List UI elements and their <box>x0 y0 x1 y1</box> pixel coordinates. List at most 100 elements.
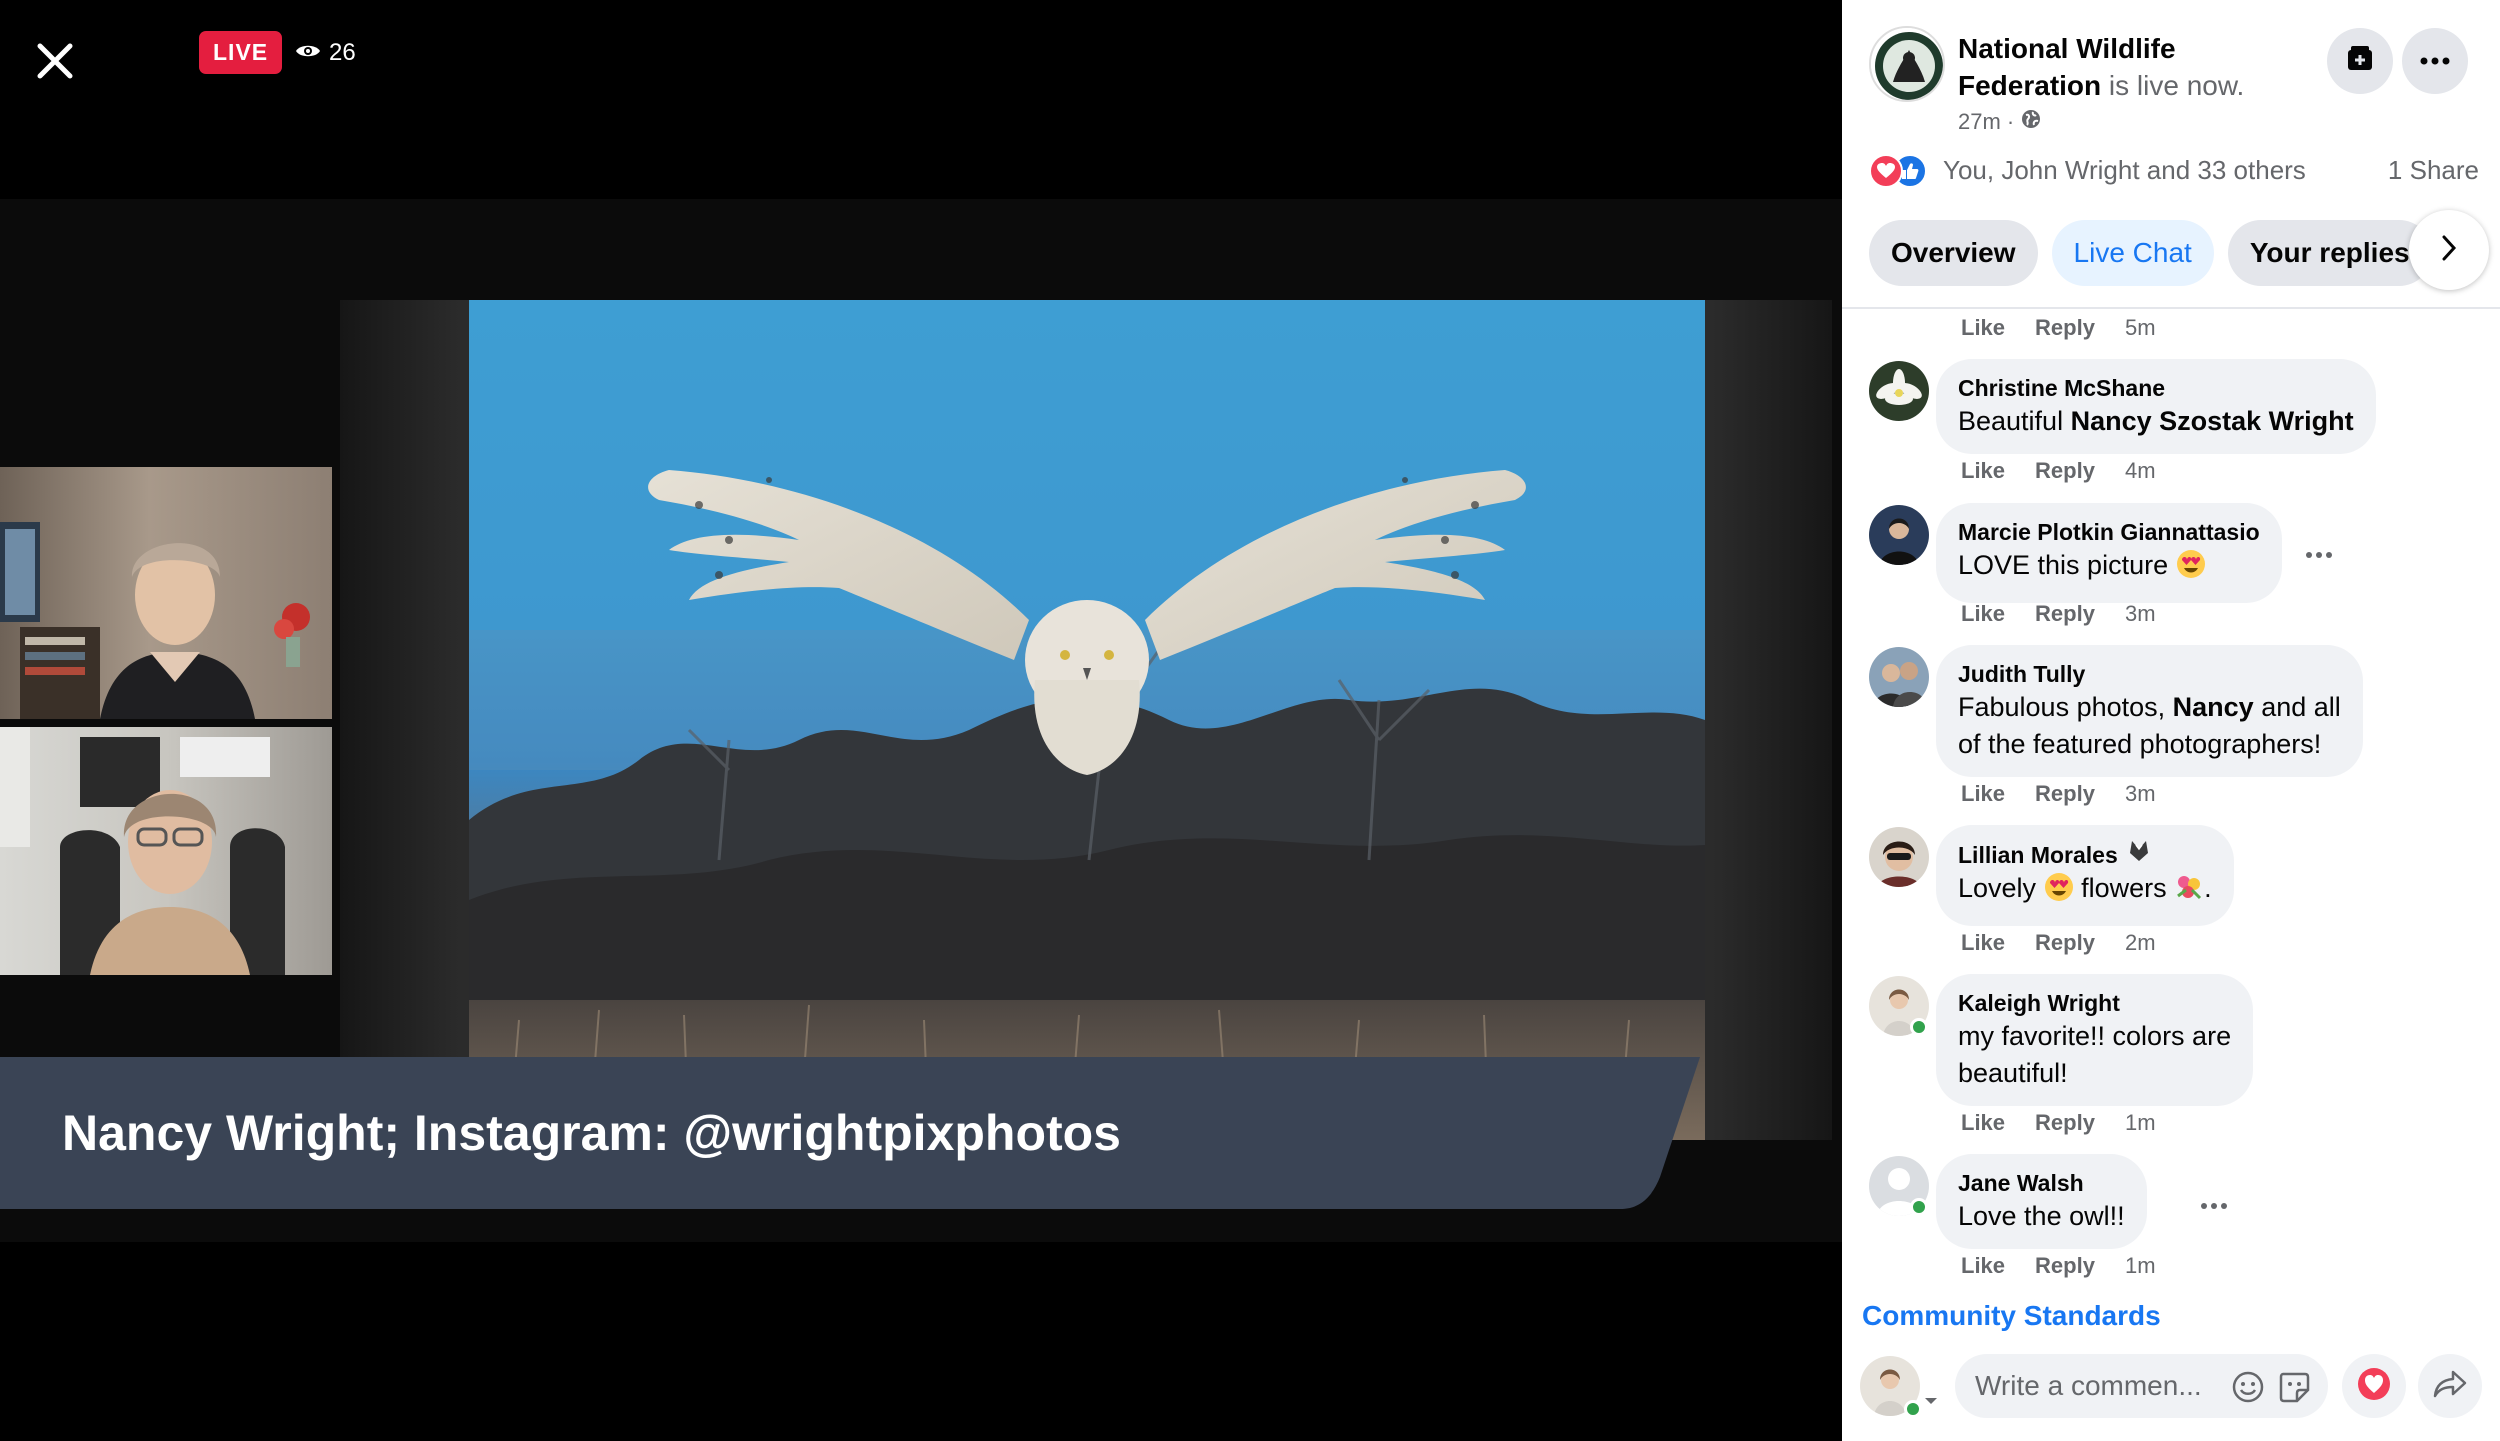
sticker-icon[interactable] <box>2277 1370 2311 1404</box>
comment-time: 3m <box>2124 781 2156 806</box>
avatar[interactable] <box>1869 505 1929 565</box>
commenter-name[interactable]: Marcie Plotkin Giannattasio <box>1958 517 2260 547</box>
tabs-scroll-right-button[interactable] <box>2409 210 2489 290</box>
comment-item: Christine McShane Beautiful Nancy Szosta… <box>1869 359 2489 469</box>
comment-text: my favorite!! colors are beautiful! <box>1958 1021 2232 1088</box>
tab-your-replies[interactable]: Your replies <box>2227 220 2432 286</box>
like-button[interactable]: Like <box>1961 601 2005 627</box>
commenter-name[interactable]: Lillian Morales <box>1958 839 2212 870</box>
comment-item: Kaleigh Wright my favorite!! colors are b… <box>1869 974 2489 1124</box>
comment-item: Lillian Morales Lovely flowers . <box>1869 825 2489 935</box>
send-love-reaction-button[interactable] <box>2342 1354 2406 1418</box>
post-side-panel: National Wildlife Federation is live now… <box>1842 0 2500 1441</box>
heart-eyes-emoji-icon <box>2176 549 2206 589</box>
live-badge: LIVE <box>199 31 283 74</box>
comment-bubble: Jane Walsh Love the owl!! <box>1936 1154 2147 1249</box>
comment-bubble: Kaleigh Wright my favorite!! colors are b… <box>1936 974 2254 1106</box>
save-video-button[interactable] <box>2327 28 2393 94</box>
comment-actions: Like Reply 3m <box>1961 599 2156 629</box>
community-standards-link[interactable]: Community Standards <box>1862 1300 2161 1332</box>
live-video-viewer: LIVE 26 Nancy Wright; Instagram: @wright… <box>0 0 2500 1441</box>
reply-button[interactable]: Reply <box>2035 781 2095 807</box>
comment-time: 1m <box>2124 1110 2156 1135</box>
reply-button[interactable]: Reply <box>2035 1253 2095 1279</box>
avatar[interactable] <box>1869 361 1929 421</box>
comment-box <box>1955 1354 2328 1418</box>
comment-item: Marcie Plotkin Giannattasio LOVE this pi… <box>1869 503 2489 613</box>
reply-button[interactable]: Reply <box>2035 458 2095 484</box>
reply-button[interactable]: Reply <box>2035 1110 2095 1136</box>
live-chat-comments[interactable]: Like Reply 5m Christine McShane Beautifu… <box>1842 309 2500 1319</box>
heart-eyes-emoji-icon <box>2044 872 2074 912</box>
video-player[interactable]: LIVE 26 Nancy Wright; Instagram: @wright… <box>0 0 1842 1441</box>
comment-text: Lovely flowers . <box>1958 870 2212 912</box>
tab-live-chat[interactable]: Live Chat <box>2051 220 2214 286</box>
comment-composer <box>1842 1340 2500 1441</box>
like-button[interactable]: Like <box>1961 930 2005 956</box>
avatar[interactable] <box>1869 827 1929 887</box>
like-button[interactable]: Like <box>1961 1110 2005 1136</box>
like-button[interactable]: Like <box>1961 315 2005 341</box>
mention-link[interactable]: Nancy <box>2173 692 2254 722</box>
like-button[interactable]: Like <box>1961 781 2005 807</box>
avatar[interactable] <box>1869 647 1929 707</box>
heart-icon <box>2357 1367 2391 1406</box>
commenter-name[interactable]: Kaleigh Wright <box>1958 988 2231 1018</box>
lower-third-banner: Nancy Wright; Instagram: @wrightpixphoto… <box>0 1057 1700 1209</box>
reactions-summary[interactable]: You, John Wright and 33 others 1 Share <box>1869 150 2479 190</box>
emoji-icon[interactable] <box>2231 1370 2265 1404</box>
comment-more-icon[interactable] <box>2194 1186 2234 1226</box>
mention-link[interactable]: Nancy Szostak Wright <box>2071 406 2354 436</box>
comment-time: 4m <box>2124 458 2156 483</box>
commenter-name[interactable]: Jane Walsh <box>1958 1168 2125 1198</box>
comment-item: Jane Walsh Love the owl!! <box>1869 1154 2489 1264</box>
live-status: is live now. <box>2101 70 2245 101</box>
page-avatar[interactable] <box>1869 26 1945 102</box>
reactions-text: You, John Wright and 33 others <box>1943 154 2306 185</box>
online-status-dot <box>1904 1400 1922 1418</box>
like-button[interactable]: Like <box>1961 458 2005 484</box>
commenter-name[interactable]: Christine McShane <box>1958 373 2354 403</box>
comment-bubble: Judith Tully Fabulous photos, Nancy and … <box>1936 645 2363 777</box>
reply-button[interactable]: Reply <box>2035 930 2095 956</box>
close-icon[interactable] <box>30 36 80 86</box>
more-dots-icon <box>2420 52 2450 70</box>
comment-bubble: Lillian Morales Lovely flowers . <box>1936 825 2234 926</box>
comment-actions: Like Reply 5m <box>1961 313 2156 343</box>
comment-time: 1m <box>2124 1253 2156 1278</box>
reply-button[interactable]: Reply <box>2035 601 2095 627</box>
webcam-guest <box>0 727 332 975</box>
love-reaction-icon <box>1869 154 1903 188</box>
comment-text: Beautiful Nancy Szostak Wright <box>1958 406 2354 436</box>
viewer-count: 26 <box>295 34 356 72</box>
viewer-count-value: 26 <box>329 39 356 66</box>
comment-more-icon[interactable] <box>2299 535 2339 575</box>
like-button[interactable]: Like <box>1961 1253 2005 1279</box>
bookmark-box-icon <box>2345 44 2375 79</box>
share-count[interactable]: 1 Share <box>2388 155 2479 186</box>
eye-icon <box>295 39 321 67</box>
comment-input[interactable] <box>1975 1354 2225 1418</box>
online-status-dot <box>1910 1198 1928 1216</box>
comment-time: 3m <box>2124 601 2156 626</box>
comment-bubble: Christine McShane Beautiful Nancy Szosta… <box>1936 359 2376 454</box>
chevron-down-icon[interactable] <box>1922 1394 1940 1408</box>
comment-actions: Like Reply 3m <box>1961 779 2156 809</box>
more-options-button[interactable] <box>2402 28 2468 94</box>
share-button[interactable] <box>2418 1354 2482 1418</box>
post-time[interactable]: 27m · <box>1958 109 2014 135</box>
reply-button[interactable]: Reply <box>2035 315 2095 341</box>
owl-photograph <box>469 300 1705 1140</box>
comment-actions: Like Reply 2m <box>1961 928 2156 958</box>
chevron-right-icon <box>2440 234 2458 267</box>
presenter-caption: Nancy Wright; Instagram: @wrightpixphoto… <box>62 1105 1121 1161</box>
share-arrow-icon <box>2433 1369 2467 1404</box>
panel-tabs: Overview Live Chat Your replies <box>1869 220 2500 286</box>
commenter-name[interactable]: Judith Tully <box>1958 659 2341 689</box>
comment-actions: Like Reply 4m <box>1961 456 2156 486</box>
comment-time: 2m <box>2124 930 2156 955</box>
comment-time: 5m <box>2124 315 2156 340</box>
comment-actions: Like Reply 1m <box>1961 1251 2156 1281</box>
tab-overview[interactable]: Overview <box>1869 220 2038 286</box>
webcam-host <box>0 467 332 719</box>
